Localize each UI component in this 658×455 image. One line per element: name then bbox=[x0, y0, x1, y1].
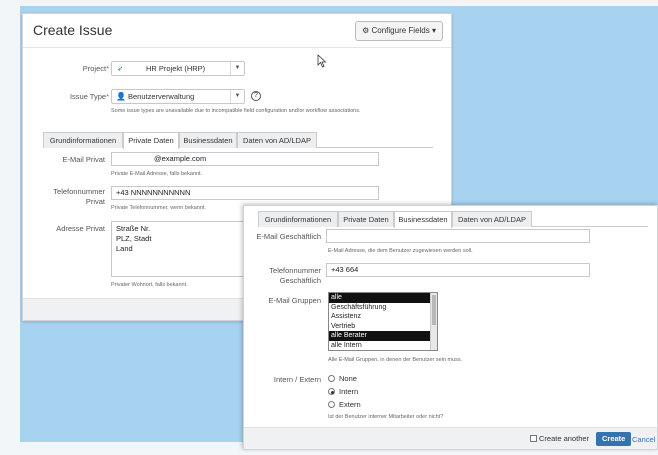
email-geschaeftlich-note: E-Mail Adresse, die dem Benutzer zugewie… bbox=[328, 248, 473, 254]
address-line: PLZ, Stadt bbox=[116, 234, 152, 243]
radio-button[interactable] bbox=[328, 388, 335, 395]
phone-geschaeftlich-input[interactable]: +43 664 bbox=[326, 263, 590, 277]
configure-fields-button[interactable]: ⚙ Configure Fields ▾ bbox=[355, 21, 443, 41]
cancel-link[interactable]: Cancel bbox=[632, 435, 655, 444]
project-icon: ➶ bbox=[117, 64, 124, 73]
intern-extern-label: Intern / Extern bbox=[273, 375, 321, 384]
tab-daten-ad-ldap[interactable]: Daten von AD/LDAP bbox=[237, 132, 317, 148]
address-privat-textarea[interactable]: Straße Nr. PLZ, Stadt Land bbox=[111, 221, 261, 277]
email-privat-note: Private E-Mail Adresse, falls bekannt. bbox=[111, 171, 203, 177]
chevron-down-icon: ▼ bbox=[230, 62, 244, 75]
intern-extern-note: Ist der Benutzer interner Mitarbeiter od… bbox=[328, 414, 444, 420]
radio-intern[interactable]: Intern bbox=[328, 387, 358, 397]
chevron-down-icon: ▾ bbox=[431, 26, 436, 35]
project-label: Project* bbox=[82, 64, 109, 73]
dialog-title: Create Issue bbox=[33, 22, 113, 38]
dialog-header: Create Issue ⚙ Configure Fields ▾ bbox=[23, 14, 451, 48]
configure-fields-label: Configure Fields bbox=[371, 26, 430, 35]
scrollbar[interactable] bbox=[430, 293, 437, 350]
radio-button[interactable] bbox=[328, 401, 335, 408]
gear-icon: ⚙ bbox=[362, 26, 370, 35]
tab-grundinformationen[interactable]: Grundinformationen bbox=[258, 211, 338, 227]
issue-type-value: Benutzerverwaltung bbox=[128, 92, 195, 101]
mouse-cursor-icon bbox=[317, 54, 327, 68]
phone-privat-label: Telefonnummer Privat bbox=[53, 187, 105, 206]
address-line: Straße Nr. bbox=[116, 224, 151, 233]
issue-type-label: Issue Type* bbox=[69, 92, 109, 101]
project-select[interactable]: ➶ HR Projekt (HRP) ▼ bbox=[111, 61, 245, 76]
tab-private-daten[interactable]: Private Daten bbox=[123, 132, 179, 149]
list-item[interactable]: alle Berater bbox=[329, 331, 437, 341]
help-icon[interactable]: ? bbox=[251, 91, 261, 101]
tab-businessdaten[interactable]: Businessdaten bbox=[394, 211, 452, 228]
list-item[interactable]: Geschäftsführung bbox=[329, 303, 437, 313]
tab-bar: Grundinformationen Private Daten Busines… bbox=[43, 132, 433, 149]
list-item[interactable]: Assistenz bbox=[329, 312, 437, 322]
email-groups-note: Alle E-Mail Gruppen, in denen der Benutz… bbox=[328, 357, 463, 363]
user-icon: 👤 bbox=[116, 92, 126, 101]
tab-bar: Grundinformationen Private Daten Busines… bbox=[258, 211, 648, 228]
email-privat-label: E-Mail Privat bbox=[62, 155, 105, 164]
create-button[interactable]: Create bbox=[596, 432, 632, 446]
phone-privat-input[interactable]: +43 NNNNNNNNNNN bbox=[111, 186, 379, 200]
dialog-footer: Create another Create Cancel bbox=[244, 427, 657, 449]
issue-type-select[interactable]: 👤 Benutzerverwaltung ▼ bbox=[111, 89, 245, 104]
email-groups-label: E-Mail Gruppen bbox=[268, 296, 321, 305]
create-issue-dialog-businessdaten: Grundinformationen Private Daten Busines… bbox=[243, 205, 658, 450]
email-geschaeftlich-input[interactable] bbox=[326, 229, 590, 243]
list-item[interactable]: alle bbox=[329, 293, 437, 303]
email-privat-input[interactable]: @example.com bbox=[111, 152, 379, 166]
tab-businessdaten[interactable]: Businessdaten bbox=[179, 132, 237, 148]
phone-geschaeftlich-label: Telefonnummer Geschäftlich bbox=[269, 266, 321, 285]
tab-daten-ad-ldap[interactable]: Daten von AD/LDAP bbox=[452, 211, 532, 227]
create-another-checkbox[interactable]: Create another bbox=[530, 434, 589, 443]
project-select-value: HR Projekt (HRP) bbox=[146, 64, 206, 73]
issue-type-note: Some issue types are unavailable due to … bbox=[111, 108, 361, 114]
email-groups-listbox[interactable]: alle Geschäftsführung Assistenz Vertrieb… bbox=[328, 292, 438, 351]
checkbox[interactable] bbox=[530, 435, 537, 442]
email-geschaeftlich-label: E-Mail Geschäftlich bbox=[256, 232, 321, 241]
tab-grundinformationen[interactable]: Grundinformationen bbox=[43, 132, 123, 148]
address-line: Land bbox=[116, 244, 133, 253]
list-item[interactable]: Vertrieb bbox=[329, 322, 437, 332]
chevron-down-icon: ▼ bbox=[230, 90, 244, 103]
radio-none[interactable]: None bbox=[328, 374, 357, 384]
scrollbar-thumb[interactable] bbox=[432, 295, 436, 325]
tab-private-daten[interactable]: Private Daten bbox=[338, 211, 394, 227]
address-privat-label: Adresse Privat bbox=[56, 224, 105, 233]
phone-privat-note: Private Telefonnummer, wenn bekannt. bbox=[111, 205, 206, 211]
list-item[interactable]: alle Intern bbox=[329, 341, 437, 351]
radio-extern[interactable]: Extern bbox=[328, 400, 361, 410]
address-privat-note: Privater Wohnort, falls bekannt. bbox=[111, 282, 188, 288]
radio-button[interactable] bbox=[328, 375, 335, 382]
